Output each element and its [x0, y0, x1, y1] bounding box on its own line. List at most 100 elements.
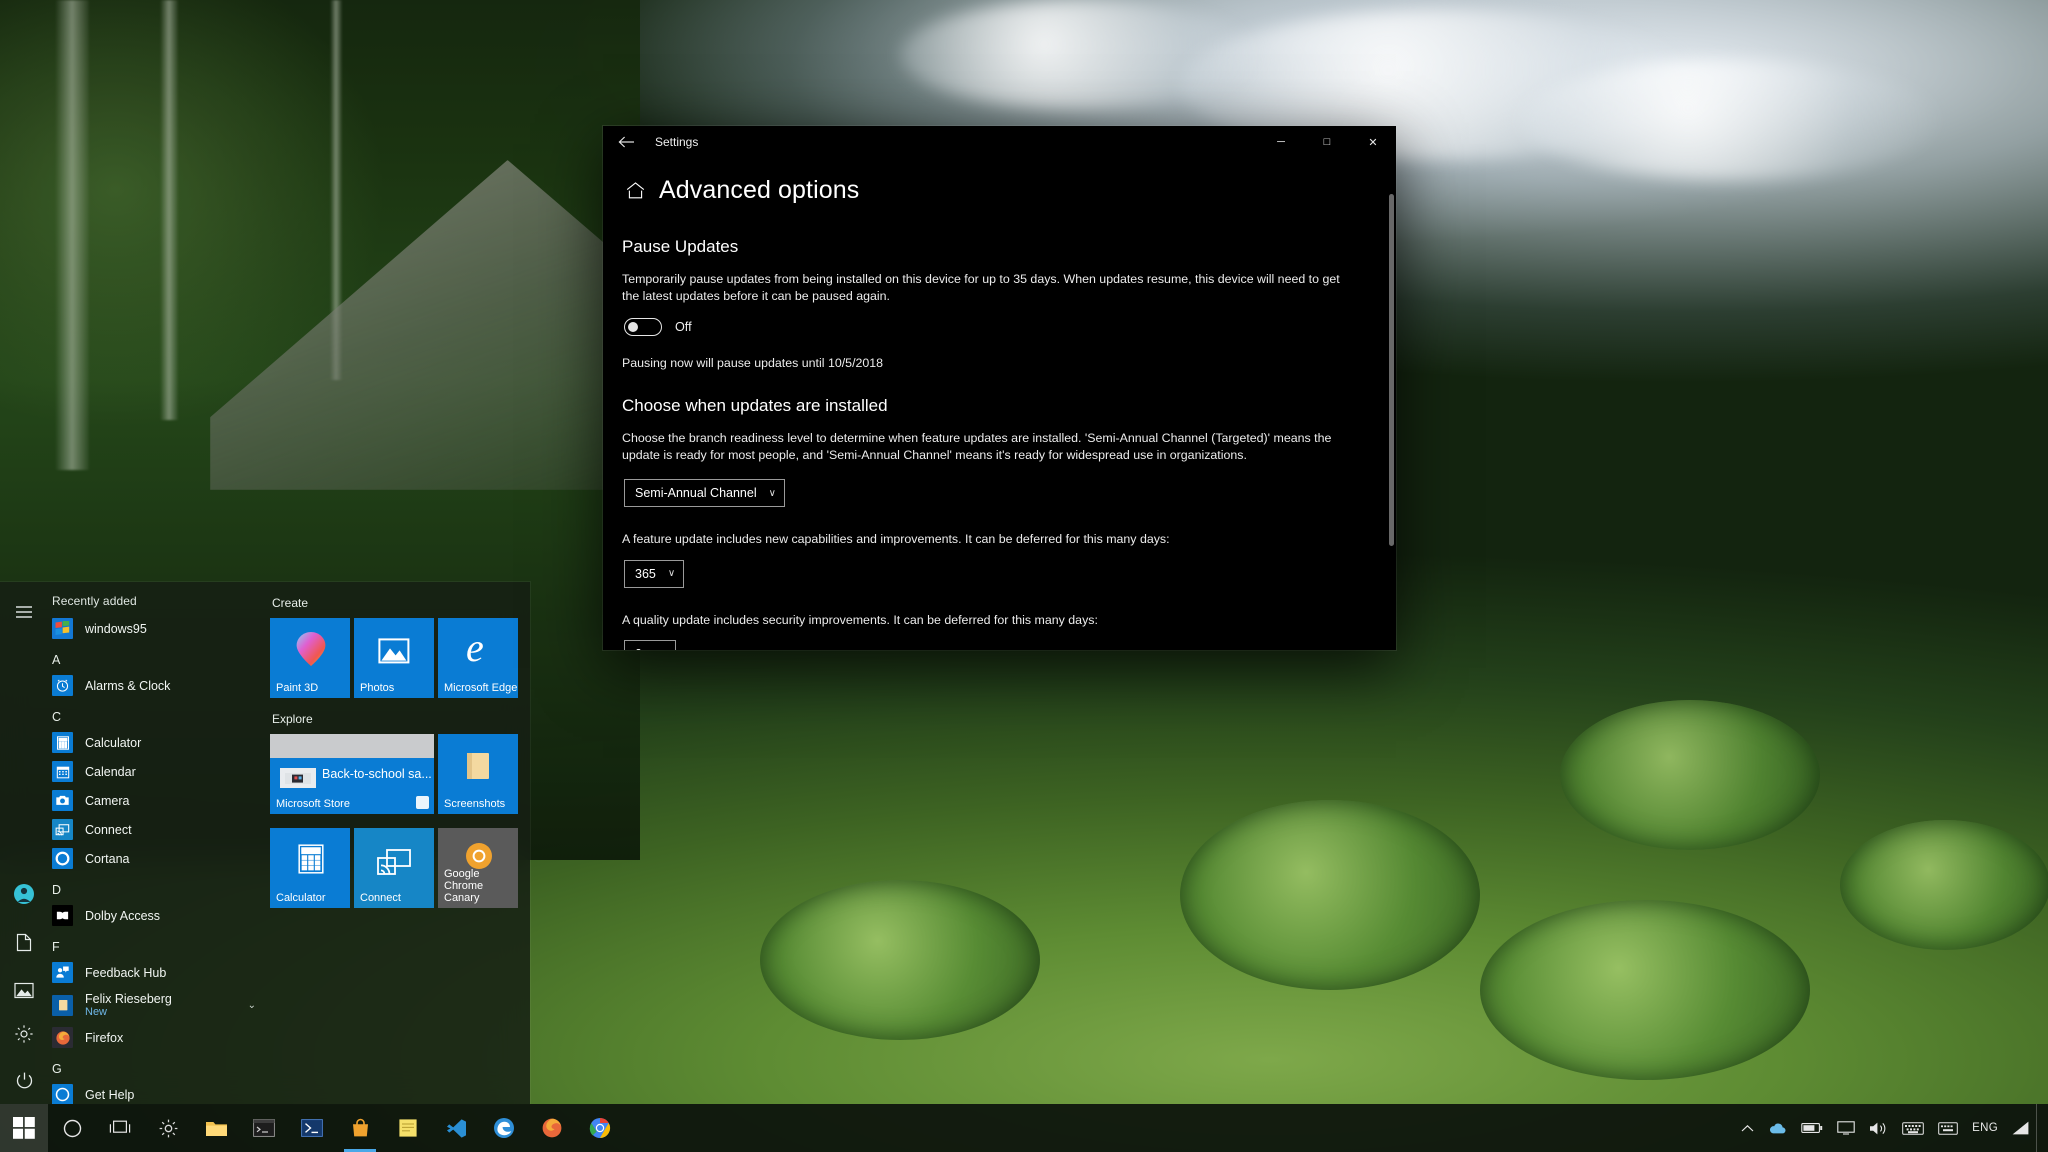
app-group-letter-c[interactable]: C	[48, 700, 264, 728]
tile-microsoft-edge[interactable]: e Microsoft Edge	[438, 618, 518, 698]
list-item-feedback-hub[interactable]: Feedback Hub	[48, 958, 264, 987]
tile-store-promo[interactable]: Back-to-school sa... Microsoft Store	[270, 734, 434, 814]
settings-titlebar[interactable]: Settings ─ □ ✕	[603, 126, 1396, 158]
start-button[interactable]	[0, 1104, 48, 1152]
settings-window[interactable]: Settings ─ □ ✕ Advanced options Pause Up…	[603, 126, 1396, 650]
cast-connect-icon	[376, 848, 412, 881]
app-group-letter-g[interactable]: G	[48, 1052, 264, 1080]
section-paragraph-choose-when: Choose the branch readiness level to det…	[622, 431, 1332, 462]
power-icon[interactable]	[0, 1056, 48, 1104]
list-item-camera[interactable]: Camera	[48, 786, 264, 815]
touch-keyboard-icon[interactable]	[1931, 1104, 1965, 1152]
back-button[interactable]	[603, 126, 649, 158]
tile-row-utilities: Calculator Connect Google Chrome Canary	[270, 828, 530, 908]
quality-update-defer-select[interactable]: 0 ∨	[624, 640, 676, 650]
list-item-windows95[interactable]: windows95	[48, 614, 264, 643]
taskbar-powershell-icon[interactable]	[288, 1104, 336, 1152]
tile-row-explore: Back-to-school sa... Microsoft Store Scr…	[270, 734, 530, 814]
folder-icon	[52, 994, 73, 1016]
list-item-connect[interactable]: Connect	[48, 815, 264, 844]
list-item-felix-rieseberg[interactable]: Felix Rieseberg New ⌄	[48, 987, 264, 1023]
app-group-letter-f[interactable]: F	[48, 930, 264, 958]
cortana-circle-icon[interactable]	[48, 1104, 96, 1152]
tile-paint-3d[interactable]: Paint 3D	[270, 618, 350, 698]
toggle-knob	[628, 322, 638, 332]
minimize-button[interactable]: ─	[1258, 126, 1304, 158]
taskbar-settings-gear-icon[interactable]	[144, 1104, 192, 1152]
taskbar-system-tray[interactable]: ENG	[1734, 1104, 2048, 1152]
pause-updates-toggle-state: Off	[675, 320, 692, 334]
chevron-down-icon: ∨	[660, 649, 667, 651]
start-menu[interactable]: Recently added windows95 A Alarms & Cloc…	[0, 582, 530, 1104]
show-hidden-icons-chevron[interactable]	[1734, 1104, 1761, 1152]
pause-updates-toggle-row[interactable]: Off	[624, 318, 1368, 336]
settings-body: Advanced options Pause Updates Temporari…	[603, 158, 1396, 650]
calendar-icon	[52, 761, 73, 782]
paint3d-icon	[296, 632, 326, 671]
select-value: 365	[635, 566, 656, 581]
section-heading-pause-updates: Pause Updates	[622, 237, 739, 256]
list-item-get-help[interactable]: Get Help	[48, 1080, 264, 1104]
tile-calculator[interactable]: Calculator	[270, 828, 350, 908]
language-indicator[interactable]: ENG	[1965, 1104, 2005, 1152]
battery-icon[interactable]	[1794, 1104, 1830, 1152]
settings-scrollbar-thumb[interactable]	[1389, 194, 1394, 546]
taskbar[interactable]: ENG	[0, 1104, 2048, 1152]
list-item-firefox[interactable]: Firefox	[48, 1023, 264, 1052]
taskbar-sticky-notes-icon[interactable]	[384, 1104, 432, 1152]
taskbar-firefox-icon[interactable]	[528, 1104, 576, 1152]
start-menu-tiles[interactable]: Create Paint 3D Photos e Microsoft Edge …	[264, 582, 530, 1104]
maximize-button[interactable]: □	[1304, 126, 1350, 158]
start-menu-rail[interactable]	[0, 582, 48, 1104]
home-icon[interactable]	[625, 181, 645, 201]
app-group-letter-d[interactable]: D	[48, 873, 264, 901]
display-icon[interactable]	[1830, 1104, 1862, 1152]
taskbar-terminal-icon[interactable]	[240, 1104, 288, 1152]
branch-readiness-select[interactable]: Semi-Annual Channel ∨	[624, 479, 785, 507]
list-item-dolby-access[interactable]: Dolby Access	[48, 901, 264, 930]
taskbar-file-explorer-icon[interactable]	[192, 1104, 240, 1152]
tile-google-chrome-canary[interactable]: Google Chrome Canary	[438, 828, 518, 908]
tile-connect[interactable]: Connect	[354, 828, 434, 908]
taskbar-left[interactable]	[0, 1104, 624, 1152]
start-menu-app-list[interactable]: Recently added windows95 A Alarms & Cloc…	[48, 582, 264, 1104]
pause-updates-toggle[interactable]	[624, 318, 662, 336]
section-heading-choose-when: Choose when updates are installed	[622, 396, 888, 415]
tile-screenshots[interactable]: Screenshots	[438, 734, 518, 814]
cast-connect-icon	[52, 819, 73, 840]
alarm-clock-icon	[52, 675, 73, 696]
close-button[interactable]: ✕	[1350, 126, 1396, 158]
list-item-label: Dolby Access	[85, 908, 161, 923]
settings-scrollbar[interactable]	[1389, 194, 1394, 650]
list-item-alarms-clock[interactable]: Alarms & Clock	[48, 671, 264, 700]
chevron-down-icon: ∨	[768, 487, 776, 499]
settings-gear-icon[interactable]	[0, 1010, 48, 1058]
taskbar-google-chrome-icon[interactable]	[576, 1104, 624, 1152]
show-desktop-button[interactable]	[2036, 1104, 2044, 1152]
list-item-cortana[interactable]: Cortana	[48, 844, 264, 873]
window-controls[interactable]: ─ □ ✕	[1258, 126, 1396, 158]
tile-photos[interactable]: Photos	[354, 618, 434, 698]
keyboard-icon[interactable]	[1895, 1104, 1931, 1152]
taskbar-visual-studio-code-icon[interactable]	[432, 1104, 480, 1152]
list-item-label: Connect	[85, 822, 132, 837]
list-item-calendar[interactable]: Calendar	[48, 757, 264, 786]
chevron-down-icon[interactable]: ⌄	[248, 1000, 256, 1011]
app-group-letter-a[interactable]: A	[48, 643, 264, 671]
onedrive-cloud-icon[interactable]	[1761, 1104, 1794, 1152]
tile-label: Screenshots	[444, 798, 506, 810]
volume-icon[interactable]	[1862, 1104, 1895, 1152]
tile-group-title-explore: Explore	[272, 712, 313, 726]
hamburger-icon[interactable]	[0, 588, 48, 636]
taskbar-microsoft-edge-icon[interactable]	[480, 1104, 528, 1152]
feature-update-defer-select[interactable]: 365 ∨	[624, 559, 685, 588]
network-icon[interactable]	[2005, 1104, 2036, 1152]
account-icon[interactable]	[0, 870, 48, 918]
documents-icon[interactable]	[0, 918, 48, 966]
taskbar-microsoft-store-icon[interactable]	[336, 1104, 384, 1152]
task-view-icon[interactable]	[96, 1104, 144, 1152]
calculator-icon	[52, 732, 73, 753]
window-title: Settings	[655, 135, 699, 149]
list-item-calculator[interactable]: Calculator	[48, 728, 264, 757]
pictures-icon[interactable]	[0, 966, 48, 1014]
